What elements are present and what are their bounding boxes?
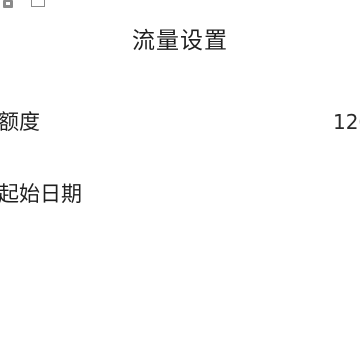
quota-label: 额度 bbox=[0, 110, 40, 134]
quota-value: 120 bbox=[333, 110, 360, 134]
page-title: 流量设置 bbox=[132, 28, 228, 54]
start-date-label: 起始日期 bbox=[0, 182, 82, 206]
quota-row[interactable]: 额度 120 bbox=[0, 94, 360, 150]
start-date-row[interactable]: 起始日期 bbox=[0, 166, 360, 222]
screen-icon bbox=[31, 0, 45, 7]
status-bar bbox=[0, 0, 360, 14]
notification-icon bbox=[3, 0, 13, 8]
